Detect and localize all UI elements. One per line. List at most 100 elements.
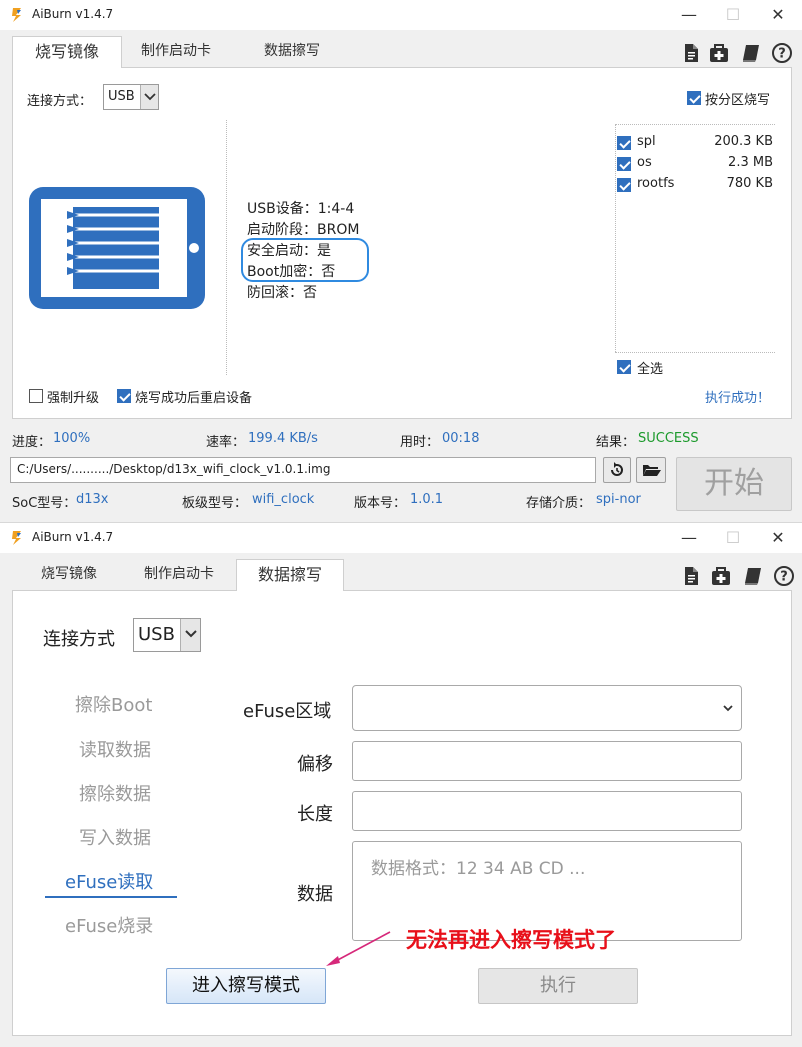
select-all-checkbox[interactable] [617, 360, 631, 374]
menu-erase-data[interactable]: 擦除数据 [79, 780, 151, 806]
history-icon [611, 462, 623, 476]
storage-value: spi-nor [596, 492, 641, 507]
start-button[interactable]: 开始 [676, 457, 792, 511]
tab-make-boot-card[interactable]: 制作启动卡 [126, 36, 226, 68]
start-button-label: 开始 [704, 466, 764, 501]
tablet-device-icon [29, 187, 205, 309]
data-erase-write-panel: 连接方式 USB 擦除Boot 读取数据 擦除数据 写入数据 eFuse读取 e… [12, 590, 792, 1036]
partition-size-spl: 200.3 KB [714, 134, 773, 149]
book-icon[interactable] [742, 565, 764, 587]
tab-make-boot-card[interactable]: 制作启动卡 [124, 559, 234, 591]
partition-burn-checkbox[interactable] [687, 91, 701, 105]
progress-value: 100% [53, 431, 91, 446]
connection-select-2[interactable]: USB [133, 618, 201, 652]
soc-label: SoC型号： [12, 496, 77, 511]
window-title-2: AiBurn v1.4.7 [32, 530, 114, 544]
partition-checkbox-rootfs[interactable] [617, 178, 631, 192]
tab-data-erase-write[interactable]: 数据擦写 [242, 36, 342, 68]
length-label: 长度 [297, 804, 333, 825]
minimize-button-2[interactable]: — [666, 527, 712, 549]
app-logo-icon [12, 531, 21, 545]
reset-button[interactable] [603, 457, 631, 483]
boot-stage-text: 启动阶段：BROM [247, 222, 360, 238]
help-icon[interactable]: ? [771, 42, 793, 64]
force-upgrade-label: 强制升级 [47, 391, 100, 406]
length-input[interactable] [352, 791, 742, 831]
divider-vertical-left [226, 120, 227, 375]
open-folder-button[interactable] [636, 457, 666, 483]
partition-size-os: 2.3 MB [728, 155, 773, 170]
svg-text:?: ? [778, 47, 786, 62]
connection-value: USB [108, 89, 135, 104]
document-icon[interactable] [680, 42, 702, 64]
offset-input[interactable] [352, 741, 742, 781]
connection-select[interactable]: USB [103, 84, 159, 110]
partition-name-spl: spl [637, 134, 656, 149]
menu-write-data[interactable]: 写入数据 [79, 824, 151, 850]
reboot-checkbox[interactable] [117, 389, 131, 403]
close-button-2[interactable]: ✕ [755, 527, 801, 549]
storage-label: 存储介质： [526, 496, 592, 511]
window-data-erase-write: AiBurn v1.4.7 — ☐ ✕ 烧写镜像 制作启动卡 数据擦写 ? 连接… [0, 522, 802, 1047]
minimize-button[interactable]: — [666, 4, 712, 26]
divider-vertical-right [615, 124, 616, 352]
medkit-icon[interactable] [708, 42, 730, 64]
data-label: 数据 [297, 884, 333, 905]
version-value: 1.0.1 [410, 492, 444, 507]
image-path-input[interactable]: C:/Users/........../Desktop/d13x_wifi_cl… [10, 457, 596, 483]
document-icon[interactable] [680, 565, 702, 587]
progress-label: 进度： [12, 435, 52, 450]
board-value: wifi_clock [252, 492, 315, 507]
menu-efuse-write[interactable]: eFuse烧录 [65, 912, 153, 938]
reboot-label: 烧写成功后重启设备 [135, 391, 253, 406]
window-title: AiBurn v1.4.7 [32, 7, 114, 21]
execute-button[interactable]: 执行 [478, 968, 638, 1004]
efuse-area-select[interactable] [352, 685, 742, 731]
title-bar: AiBurn v1.4.7 — ☐ ✕ [0, 0, 802, 30]
partition-name-rootfs: rootfs [637, 176, 675, 191]
menu-erase-boot[interactable]: 擦除Boot [75, 691, 152, 717]
menu-active-underline [45, 896, 177, 898]
annotation-arrow [326, 931, 391, 966]
app-logo-icon [12, 8, 21, 22]
tab-burn-image[interactable]: 烧写镜像 [16, 559, 122, 591]
enter-erase-mode-button[interactable]: 进入擦写模式 [166, 968, 326, 1004]
partition-checkbox-os[interactable] [617, 157, 631, 171]
connection-label-2: 连接方式 [43, 629, 115, 650]
enter-erase-mode-label: 进入擦写模式 [192, 975, 300, 996]
exec-status-text: 执行成功！ [705, 391, 771, 406]
close-button[interactable]: ✕ [755, 4, 801, 26]
force-upgrade-checkbox[interactable] [29, 389, 43, 403]
partition-size-rootfs: 780 KB [726, 176, 773, 191]
highlight-circle [241, 238, 369, 282]
tab-burn-image[interactable]: 烧写镜像 [12, 36, 122, 68]
menu-read-data[interactable]: 读取数据 [79, 736, 151, 762]
speed-value: 199.4 KB/s [248, 431, 318, 446]
window-burn-image: AiBurn v1.4.7 — ☐ ✕ 烧写镜像 制作启动卡 数据擦写 ? 连接… [0, 0, 802, 522]
tab-data-erase-write[interactable]: 数据擦写 [236, 559, 344, 591]
annotation-text: 无法再进入擦写模式了 [406, 928, 616, 952]
book-icon[interactable] [740, 42, 762, 64]
connection-label: 连接方式： [27, 94, 93, 109]
chevron-down-icon [723, 705, 733, 712]
board-label: 板级型号： [182, 496, 248, 511]
help-icon[interactable]: ? [773, 565, 795, 587]
tab-bar: 烧写镜像 制作启动卡 数据擦写 [12, 36, 412, 68]
usb-device-text: USB设备：1:4-4 [247, 201, 355, 217]
time-label: 用时： [400, 435, 440, 450]
time-value: 00:18 [442, 431, 480, 446]
chevron-down-icon [140, 85, 158, 109]
speed-label: 速率： [206, 435, 246, 450]
efuse-area-label: eFuse区域 [243, 701, 332, 722]
maximize-button[interactable]: ☐ [710, 4, 756, 26]
partition-checkbox-spl[interactable] [617, 136, 631, 150]
result-value: SUCCESS [638, 431, 699, 446]
menu-efuse-read[interactable]: eFuse读取 [65, 868, 153, 894]
divider-bottom-right [615, 352, 775, 353]
offset-label: 偏移 [297, 754, 333, 775]
medkit-icon[interactable] [710, 565, 732, 587]
execute-button-label: 执行 [540, 975, 576, 996]
version-label: 版本号： [354, 496, 407, 511]
partition-burn-label: 按分区烧写 [705, 93, 771, 108]
maximize-button-2[interactable]: ☐ [710, 527, 756, 549]
